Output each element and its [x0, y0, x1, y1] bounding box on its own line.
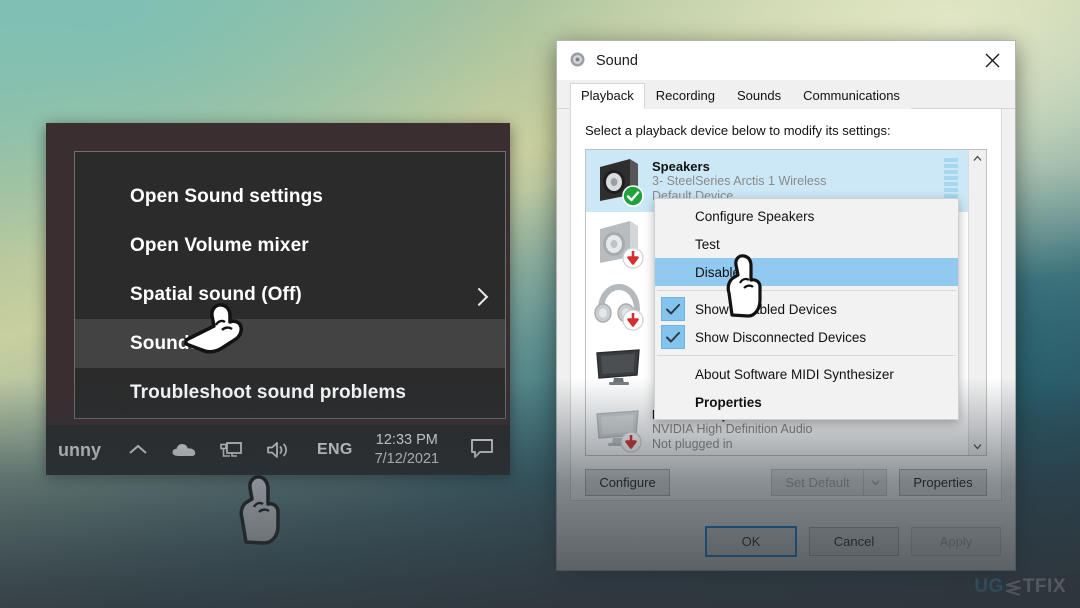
speaker-icon-grey: [592, 217, 646, 269]
headphones-icon: [592, 279, 646, 331]
taskbar-window-label: unny: [58, 439, 101, 460]
tab-communications[interactable]: Communications: [792, 83, 911, 109]
chevron-right-icon: [469, 287, 489, 306]
device-list-scrollbar[interactable]: [968, 150, 986, 455]
taskbar-tray-icons[interactable]: [127, 440, 291, 460]
sound-speaker-icon: [569, 51, 586, 71]
context-item-label: Test: [695, 236, 720, 252]
context-menu-separator: [657, 355, 956, 356]
device-subtitle: 3- SteelSeries Arctis 1 Wireless: [652, 173, 827, 188]
volume-icon[interactable]: [265, 440, 291, 460]
panel-hint: Select a playback device below to modify…: [585, 123, 891, 138]
green-check-badge: [622, 185, 644, 207]
chevron-up-icon[interactable]: [127, 442, 149, 458]
tab-sounds[interactable]: Sounds: [726, 83, 793, 109]
cancel-button[interactable]: Cancel: [809, 526, 899, 556]
taskbar[interactable]: unny ENG 12:33 PM 7/12/2021: [46, 425, 510, 475]
apply-button[interactable]: Apply: [911, 526, 1001, 556]
check-icon: [661, 325, 685, 349]
speaker-icon: [592, 155, 646, 207]
context-item-test[interactable]: Test: [655, 230, 958, 258]
context-item-show-disconnected-devices[interactable]: Show Disconnected Devices: [655, 323, 958, 351]
watermark: UG TFIX: [974, 576, 1066, 598]
context-item-configure-speakers[interactable]: Configure Speakers: [655, 202, 958, 230]
context-item-show-disabled-devices[interactable]: Show Disabled Devices: [655, 295, 958, 323]
context-item-label: Configure Speakers: [695, 208, 815, 224]
context-item-about-software-midi-synthesizer[interactable]: About Software MIDI Synthesizer: [655, 360, 958, 388]
action-center-icon[interactable]: [469, 437, 495, 464]
check-icon: [661, 297, 685, 321]
device-text: Speakers 3- SteelSeries Arctis 1 Wireles…: [652, 159, 826, 204]
device-name: Speakers: [652, 158, 710, 174]
flyout-item-open-sound-settings[interactable]: Open Sound settings: [75, 172, 505, 221]
dialog-footer: OK Cancel Apply: [557, 512, 1015, 570]
dialog-tabs[interactable]: Playback Recording Sounds Communications: [557, 80, 1015, 109]
flyout-item-label: Spatial sound (Off): [130, 283, 302, 305]
context-item-label: Properties: [695, 394, 762, 410]
context-item-disable[interactable]: Disable: [655, 258, 958, 286]
device-status: Not plugged in: [652, 436, 733, 451]
close-icon[interactable]: [969, 41, 1015, 80]
flyout-item-label: Open Volume mixer: [130, 234, 309, 256]
red-down-arrow-badge: [622, 247, 644, 269]
watermark-part1: UG: [974, 576, 1004, 597]
flyout-item-label: Open Sound settings: [130, 185, 323, 207]
watermark-part2: TFIX: [1022, 576, 1066, 597]
device-subtitle: NVIDIA High Definition Audio: [652, 421, 813, 436]
chevron-down-icon[interactable]: [863, 469, 887, 496]
device-context-menu[interactable]: Configure Speakers Test Disable Show Dis…: [654, 198, 959, 420]
hand-cursor-volume: [228, 474, 290, 551]
monitor-icon-light: [592, 403, 646, 455]
context-item-label: Show Disconnected Devices: [695, 329, 867, 345]
volume-context-menu[interactable]: Open Sound settings Open Volume mixer Sp…: [74, 151, 506, 419]
flyout-item-sounds[interactable]: Sounds: [75, 319, 505, 368]
scroll-down-icon[interactable]: [969, 438, 986, 455]
set-default-button[interactable]: Set Default: [771, 469, 863, 496]
watermark-glyph-icon: [1005, 579, 1022, 596]
monitor-icon-dark: [592, 341, 646, 393]
tab-playback[interactable]: Playback: [570, 83, 645, 109]
taskbar-language-indicator[interactable]: ENG: [317, 441, 353, 459]
taskbar-clock[interactable]: 12:33 PM 7/12/2021: [375, 431, 440, 469]
tab-recording[interactable]: Recording: [644, 83, 727, 109]
taskbar-date: 7/12/2021: [374, 451, 440, 467]
context-item-label: About Software MIDI Synthesizer: [695, 366, 894, 382]
context-menu-separator: [657, 290, 956, 291]
ok-button[interactable]: OK: [705, 525, 797, 557]
scrollbar-track[interactable]: [969, 167, 986, 438]
dialog-titlebar[interactable]: Sound: [557, 41, 1015, 80]
properties-button[interactable]: Properties: [899, 469, 987, 496]
flyout-item-open-volume-mixer[interactable]: Open Volume mixer: [75, 221, 505, 270]
configure-button[interactable]: Configure: [585, 469, 670, 496]
panel-button-row: Configure Set Default Properties: [585, 469, 987, 496]
flyout-item-label: Sounds: [130, 332, 201, 354]
flyout-item-label: Troubleshoot sound problems: [130, 381, 407, 403]
context-item-label: Show Disabled Devices: [695, 301, 837, 317]
dialog-title: Sound: [596, 52, 638, 69]
red-down-arrow-badge: [622, 309, 644, 331]
volume-flyout-shell: Open Sound settings Open Volume mixer Sp…: [46, 123, 510, 475]
scroll-up-icon[interactable]: [969, 150, 986, 167]
flyout-item-spatial-sound[interactable]: Spatial sound (Off): [75, 270, 505, 319]
flyout-item-troubleshoot-sound-problems[interactable]: Troubleshoot sound problems: [75, 368, 505, 417]
onedrive-cloud-icon[interactable]: [171, 441, 197, 459]
context-item-label: Disable: [695, 264, 741, 280]
desktop-background: Open Sound settings Open Volume mixer Sp…: [0, 0, 1080, 608]
context-item-properties[interactable]: Properties: [655, 388, 958, 416]
network-icon[interactable]: [219, 440, 243, 460]
red-down-arrow-badge: [620, 431, 642, 453]
taskbar-time: 12:33 PM: [375, 432, 438, 448]
set-default-split-button[interactable]: Set Default: [771, 469, 887, 496]
